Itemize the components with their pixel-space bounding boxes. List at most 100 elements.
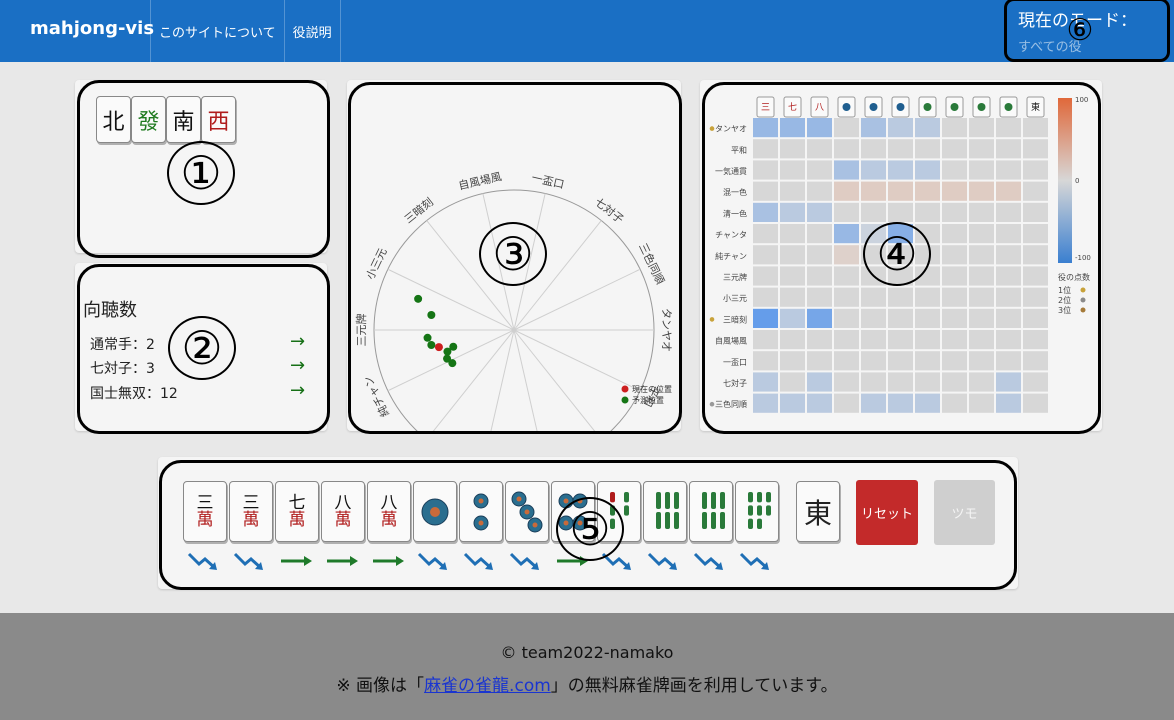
image-credit: ※ 画像は「麻雀の雀龍.com」の無料麻雀牌画を利用しています。 [0,671,1174,696]
heatmap-cell [969,245,994,265]
heatmap-cell [942,181,967,201]
heatmap-cell [942,308,967,328]
heatmap-cell [861,330,886,350]
heatmap-cell [996,181,1021,201]
heatmap-cell [807,181,832,201]
heatmap-cell [915,351,940,371]
heatmap-row-label: 純チャン [715,251,747,261]
heatmap-cell [915,181,940,201]
heatmap-cell [807,266,832,286]
heatmap-cell [996,202,1021,222]
hand-tile[interactable] [643,481,687,542]
heatmap-cell [942,224,967,244]
heatmap-cell [753,202,778,222]
heatmap-cell [969,330,994,350]
rank-legend-dot [1080,307,1086,313]
heatmap-cell [807,224,832,244]
heatmap-cell [915,372,940,392]
draw-tile[interactable]: 東 [796,481,840,542]
radar-spoke [513,329,538,431]
heatmap-cell [753,266,778,286]
heatmap-cell [888,181,913,201]
dora-tile: 發 [131,96,166,143]
heatmap-cell [996,351,1021,371]
heatmap-cell [1023,139,1048,159]
heatmap-cell [942,266,967,286]
heatmap-col-icon [950,103,959,111]
heatmap-cell [888,393,913,413]
nav-links: このサイトについて 役説明 [150,0,341,62]
heatmap-cell [834,351,859,371]
heatmap-cell [753,160,778,180]
hand-tile[interactable]: 七萬 [275,481,319,542]
radar-spoke [490,329,515,431]
marker-4: ④ [863,222,931,286]
credit-prefix: ※ 画像は「 [336,676,425,696]
hand-tile[interactable]: 三萬 [183,481,227,542]
color-scale [1058,98,1072,263]
sou-icon [656,491,679,529]
radar-axis-label: 小三元 [364,246,390,281]
heatmap-cell [780,139,805,159]
heatmap-row-label: 自風場風 [715,336,747,346]
heatmap-cell [1023,245,1048,265]
hand-tile[interactable]: 八萬 [321,481,365,542]
heatmap-cell [780,351,805,371]
heatmap-cell [753,118,778,138]
hand-tile[interactable] [689,481,733,542]
hand-tile[interactable]: 三萬 [229,481,273,542]
heatmap-cell [1023,202,1048,222]
rank-legend-label: 3位 [1058,305,1071,315]
heatmap-cell [834,393,859,413]
heatmap-row-label: 平和 [731,146,747,155]
heatmap-cell [807,245,832,265]
reset-button[interactable]: リセット [856,480,918,545]
heatmap-row-label: 三色同順 [715,399,747,409]
heatmap-cell [861,393,886,413]
heatmap-cell [969,202,994,222]
pin-icon [421,498,449,525]
hand-tile[interactable] [413,481,457,542]
heatmap-cell [807,139,832,159]
marker-2: ② [168,316,236,380]
heatmap-cell [942,245,967,265]
hand-tile[interactable] [735,481,779,542]
dora-tile: 西 [201,96,236,143]
heatmap-cell [807,330,832,350]
nav-link-about[interactable]: このサイトについて [150,0,284,62]
hand-tile[interactable] [505,481,549,542]
heatmap-cell [942,393,967,413]
heatmap-cell [888,139,913,159]
rank-dot [709,126,715,131]
rank-legend-dot [1080,297,1086,303]
heatmap-cell [969,118,994,138]
heatmap-cell [780,308,805,328]
brand-logo[interactable]: mahjong-vis [30,18,154,39]
heatmap-cell [861,118,886,138]
heatmap-cell [1023,224,1048,244]
hand-tile[interactable] [459,481,503,542]
heatmap-cell [915,308,940,328]
heatmap-cell [915,160,940,180]
heatmap-col-icon [923,103,932,111]
nav-link-yaku[interactable]: 役説明 [283,0,341,62]
shanten-title: 向聴数 [83,300,137,321]
heatmap-cell [861,351,886,371]
heatmap-cell [834,372,859,392]
heatmap-cell [807,351,832,371]
heatmap-cell [1023,372,1048,392]
heatmap-cell [1023,266,1048,286]
heatmap-col-label: 七 [788,102,797,113]
trend-flat-icon [373,556,404,566]
radar-axis-label: 自風場風 [457,170,503,192]
scale-label: -100 [1075,254,1091,262]
heatmap-row-label: 清一色 [723,208,747,218]
credit-link[interactable]: 麻雀の雀龍.com [424,676,551,696]
heatmap-cell [780,330,805,350]
heatmap-row-label: 七対子 [723,378,747,388]
hand-tile[interactable]: 八萬 [367,481,411,542]
heatmap-cell [915,139,940,159]
heatmap-cell [1023,287,1048,307]
credit-suffix: 」の無料麻雀牌画を利用しています。 [550,676,838,696]
radar-axis-label: 純チャン [361,374,392,419]
